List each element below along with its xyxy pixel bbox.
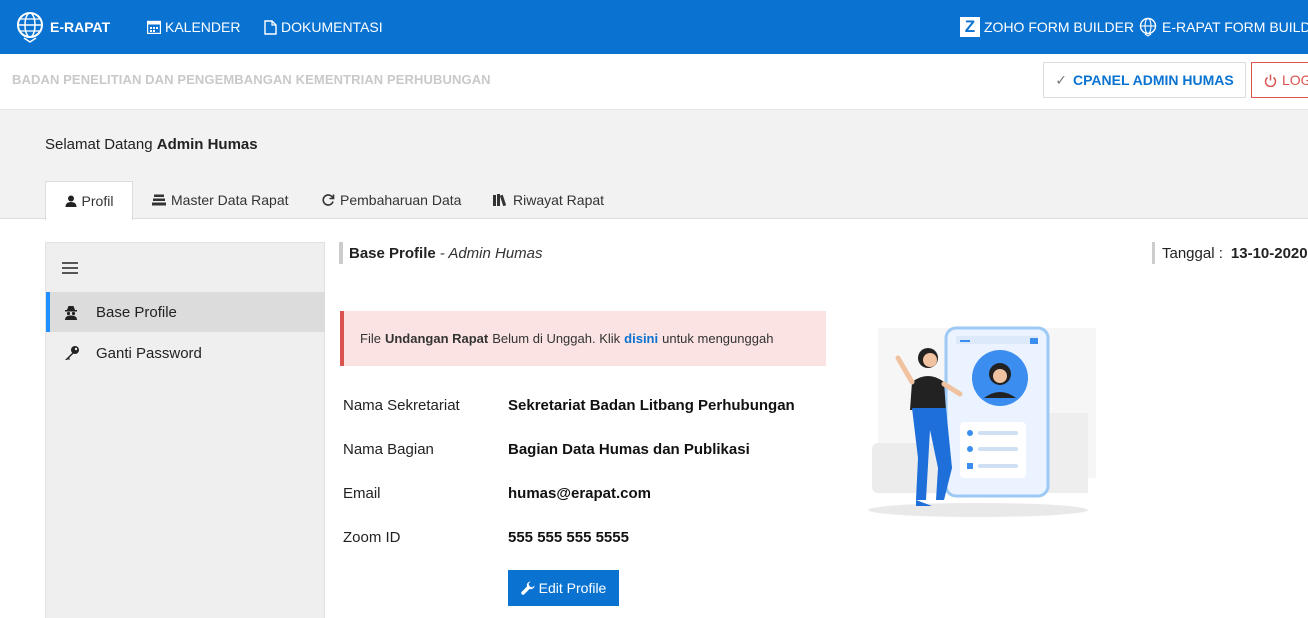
welcome-section: Selamat Datang Admin Humas Profil Master… — [0, 110, 1308, 220]
menu-icon[interactable] — [62, 261, 78, 279]
tab-master-label: Master Data Rapat — [171, 192, 289, 208]
field-label: Email — [343, 485, 381, 502]
nav-kalender-label: KALENDER — [165, 19, 241, 35]
top-navbar: E-RAPAT KALENDER DOKUMENTASI Z ZOHO FORM… — [0, 0, 1308, 54]
nav-dokumentasi[interactable]: DOKUMENTASI — [264, 0, 383, 54]
upload-alert: File Undangan Rapat Belum di Unggah. Kli… — [340, 311, 826, 366]
sidebar-item-label: Base Profile — [96, 303, 177, 321]
wrench-icon — [520, 581, 535, 595]
calendar-icon — [147, 20, 161, 34]
globe-icon — [1138, 17, 1158, 37]
stack-icon — [152, 194, 166, 206]
sidebar-item-label: Ganti Password — [96, 344, 202, 362]
organization-name: BADAN PENELITIAN DAN PENGEMBANGAN KEMENT… — [12, 72, 491, 87]
tab-master-data-rapat[interactable]: Master Data Rapat — [152, 181, 289, 219]
globe-icon — [17, 12, 43, 43]
page-title: Base Profile - Admin Humas — [339, 242, 543, 264]
date-value: 13-10-2020 — [1230, 244, 1308, 262]
field-value: Sekretariat Badan Litbang Perhubungan — [508, 397, 795, 414]
page-title-sub: - Admin Humas — [439, 244, 543, 262]
user-icon — [65, 195, 77, 207]
sidebar-item-base-profile[interactable]: Base Profile — [46, 292, 325, 332]
date-label: Tanggal : — [1162, 244, 1223, 262]
tab-profil-label: Profil — [81, 193, 114, 209]
power-icon — [1264, 74, 1277, 87]
field-label: Zoom ID — [343, 529, 401, 546]
tab-pembaharuan-label: Pembaharuan Data — [340, 192, 462, 208]
field-value: Bagian Data Humas dan Publikasi — [508, 441, 750, 458]
page-title-main: Base Profile — [349, 244, 436, 262]
key-icon — [64, 345, 80, 361]
tab-pembaharuan-data[interactable]: Pembaharuan Data — [321, 181, 461, 219]
alert-text-2: Belum di Unggah. Klik — [492, 331, 621, 346]
logout-button[interactable]: LOGOUT — [1251, 62, 1308, 98]
cpanel-label: CPANEL ADMIN HUMAS — [1072, 72, 1234, 88]
sidebar-item-ganti-password[interactable]: Ganti Password — [46, 333, 325, 373]
zoho-icon: Z — [960, 17, 980, 37]
tab-riwayat-label: Riwayat Rapat — [513, 192, 605, 208]
profile-illustration — [868, 326, 1096, 517]
spy-icon — [64, 305, 78, 320]
tab-profil[interactable]: Profil — [45, 181, 133, 220]
alert-text-1: File — [360, 331, 381, 346]
field-value: 555 555 555 5555 — [508, 529, 629, 546]
file-icon — [264, 19, 277, 35]
edit-profile-button[interactable]: Edit Profile — [508, 570, 619, 606]
profile-sidebar: Base Profile Ganti Password — [45, 242, 325, 618]
welcome-prefix: Selamat Datang — [45, 136, 153, 153]
welcome-text: Selamat Datang Admin Humas — [45, 136, 258, 153]
brand-label: E-RAPAT — [50, 19, 111, 35]
upload-link[interactable]: disini — [624, 331, 658, 346]
cpanel-admin-button[interactable]: ✓ CPANEL ADMIN HUMAS — [1043, 62, 1246, 98]
nav-erapat-form-builder[interactable]: E-RAPAT FORM BUILDER — [1138, 0, 1308, 54]
nav-kalender[interactable]: KALENDER — [147, 0, 240, 54]
field-value: humas@erapat.com — [508, 485, 652, 502]
logout-label: LOGOUT — [1282, 72, 1308, 88]
tab-riwayat-rapat[interactable]: Riwayat Rapat — [493, 181, 604, 219]
header-bar: BADAN PENELITIAN DAN PENGEMBANGAN KEMENT… — [0, 54, 1308, 110]
alert-text-3: untuk mengunggah — [662, 331, 774, 346]
nav-erapat-label: E-RAPAT FORM BUILDER — [1162, 19, 1308, 35]
welcome-user-name: Admin Humas — [156, 136, 258, 153]
alert-bold-text: Undangan Rapat — [384, 331, 489, 346]
field-label: Nama Sekretariat — [343, 397, 460, 414]
brand-link[interactable]: E-RAPAT — [14, 0, 110, 54]
nav-zoho-form-builder[interactable]: Z ZOHO FORM BUILDER — [960, 0, 1134, 54]
refresh-icon — [321, 193, 335, 207]
field-label: Nama Bagian — [343, 441, 434, 458]
books-icon — [493, 194, 508, 206]
nav-zoho-label: ZOHO FORM BUILDER — [984, 19, 1135, 35]
nav-dokumentasi-label: DOKUMENTASI — [281, 19, 383, 35]
date-display: Tanggal : 13-10-2020 — [1152, 242, 1308, 264]
edit-profile-label: Edit Profile — [538, 580, 607, 596]
check-icon: ✓ — [1055, 71, 1067, 88]
